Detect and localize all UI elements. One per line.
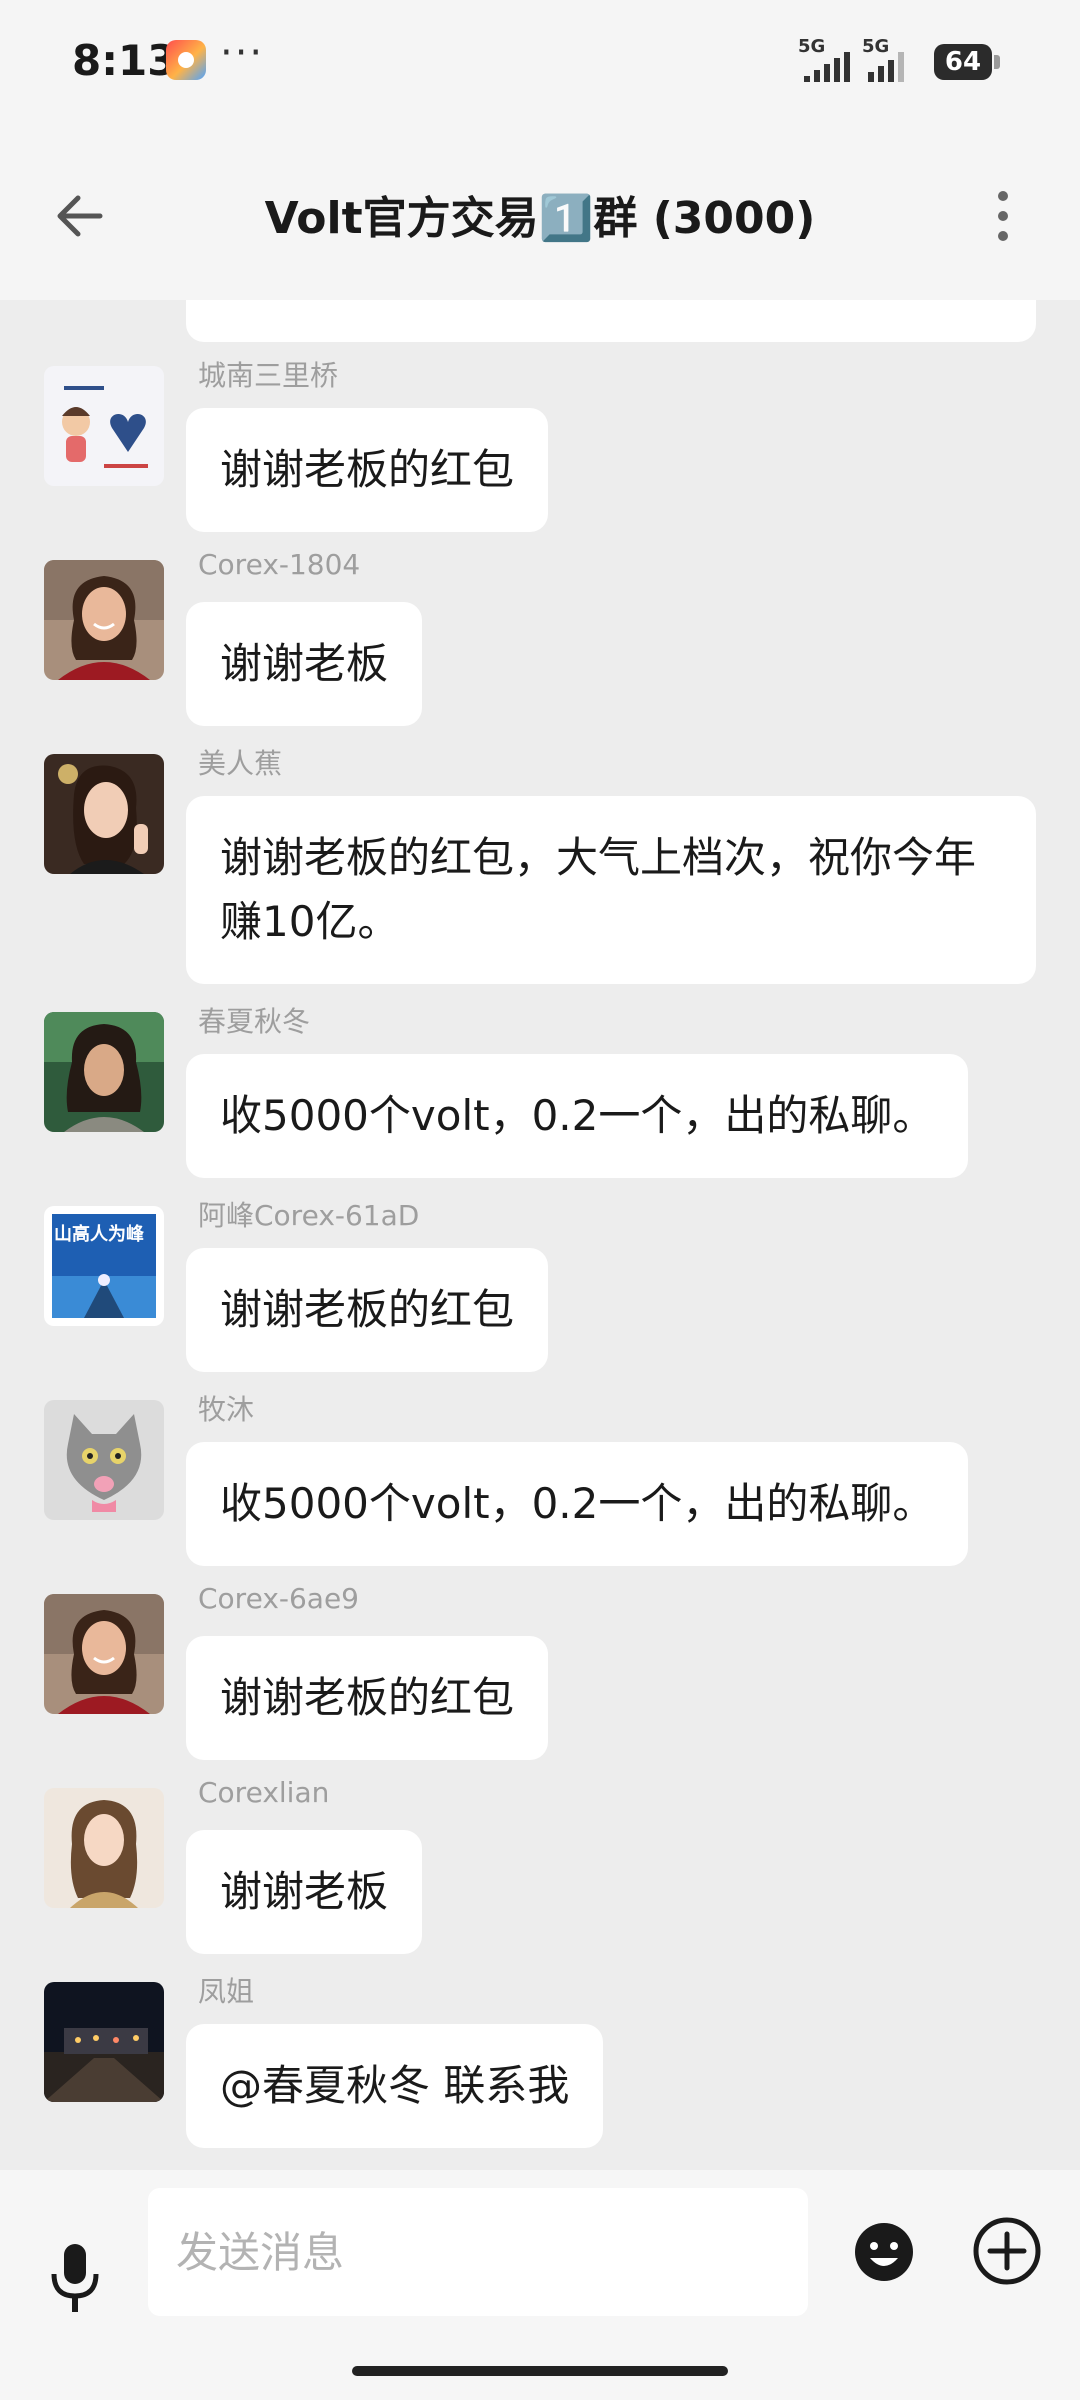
sender-name: Corexlian <box>198 1776 330 1809</box>
more-actions-button[interactable] <box>972 2216 1042 2286</box>
battery-level: 64 <box>944 47 982 77</box>
emoji-icon <box>855 2223 913 2281</box>
message-bubble-previous[interactable] <box>186 300 1036 342</box>
avatar[interactable] <box>44 366 164 486</box>
avatar[interactable] <box>44 1594 164 1714</box>
message-bubble[interactable]: 收5000个volt，0.2一个，出的私聊。 <box>186 1054 969 1178</box>
message-list[interactable]: 城南三里桥 谢谢老板的红包 Corex-1804 谢谢老板 美人蕉 谢谢老板的红… <box>0 300 1080 2170</box>
message-bubble[interactable]: 谢谢老板 <box>186 602 423 726</box>
more-options-button[interactable] <box>978 184 1028 248</box>
message-bubble[interactable]: 谢谢老板的红包，大气上档次，祝你今年赚10亿。 <box>186 796 1036 984</box>
sender-name: 城南三里桥 <box>198 359 339 392</box>
chat-title: Volt官方交易1️⃣群 (3000) <box>264 193 816 244</box>
message-bubble[interactable]: 谢谢老板 <box>186 1830 423 1954</box>
message-bubble[interactable]: 收5000个volt，0.2一个，出的私聊。 <box>186 1442 969 1566</box>
input-bar <box>0 2170 1080 2400</box>
avatar[interactable] <box>44 1788 164 1908</box>
voice-button[interactable] <box>40 2234 110 2324</box>
home-indicator[interactable] <box>352 2366 728 2376</box>
message-bubble[interactable]: 谢谢老板的红包 <box>186 1248 549 1372</box>
status-bar: 8:13 ··· 5G 5G 64 <box>0 0 1080 130</box>
avatar[interactable] <box>44 560 164 680</box>
avatar-caption: 山高人为峰 <box>54 1224 144 1245</box>
emoji-button[interactable] <box>852 2220 916 2284</box>
status-time: 8:13 <box>72 36 177 85</box>
avatar[interactable] <box>44 1012 164 1132</box>
battery-icon: 64 <box>934 44 1000 80</box>
plus-circle-icon <box>973 2217 1041 2285</box>
more-vertical-icon <box>998 191 1008 241</box>
app-notification-icon <box>166 40 206 80</box>
message-input[interactable] <box>148 2188 808 2316</box>
sender-name: 牧沐 <box>198 1393 255 1426</box>
sender-name: 凤姐 <box>198 1975 255 2008</box>
signal-5g-1-icon: 5G <box>798 36 854 82</box>
sender-name: Corex-6ae9 <box>198 1582 359 1615</box>
sender-name: 阿峰Corex-61aD <box>198 1199 420 1232</box>
avatar[interactable] <box>44 754 164 874</box>
sender-name: 春夏秋冬 <box>198 1005 311 1038</box>
sender-name: Corex-1804 <box>198 548 361 581</box>
avatar[interactable] <box>44 1982 164 2102</box>
more-notifications-icon: ··· <box>220 30 265 76</box>
avatar[interactable]: 山高人为峰 <box>44 1206 164 1326</box>
signal-5g-2-icon: 5G <box>862 36 918 82</box>
message-bubble[interactable]: 谢谢老板的红包 <box>186 1636 549 1760</box>
chat-header: Volt官方交易1️⃣群 (3000) <box>0 130 1080 300</box>
avatar[interactable] <box>44 1400 164 1520</box>
message-bubble[interactable]: @春夏秋冬 联系我 <box>186 2024 604 2148</box>
message-bubble[interactable]: 谢谢老板的红包 <box>186 408 549 532</box>
microphone-icon <box>51 2244 99 2312</box>
sender-name: 美人蕉 <box>198 747 283 780</box>
